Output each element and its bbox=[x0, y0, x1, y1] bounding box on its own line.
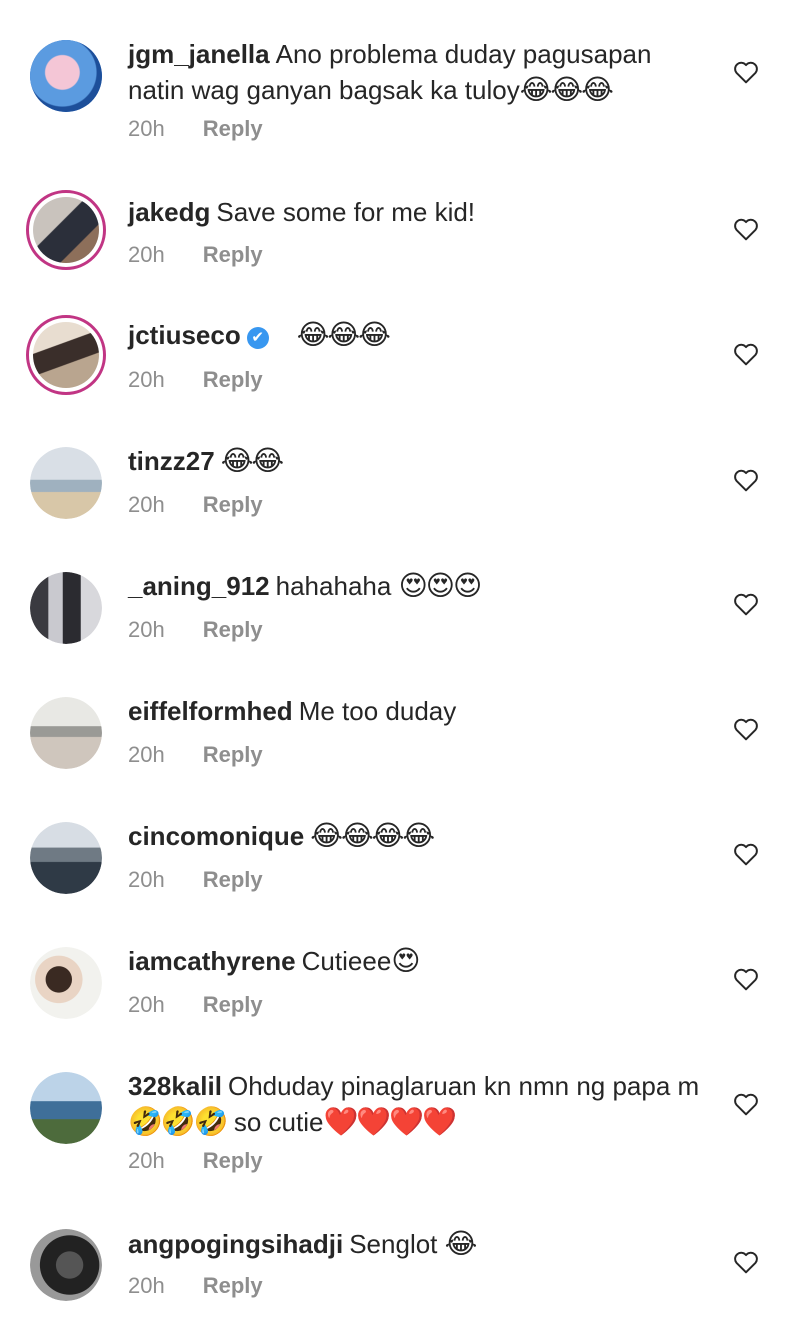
comment-username[interactable]: jgm_janella bbox=[128, 39, 270, 69]
avatar[interactable] bbox=[26, 315, 106, 395]
comment-username[interactable]: jakedg bbox=[128, 197, 210, 227]
comment-username[interactable]: angpogingsihadji bbox=[128, 1229, 343, 1259]
heart-outline-icon[interactable] bbox=[733, 1092, 759, 1116]
comment-meta: 20h Reply bbox=[128, 1148, 263, 1174]
avatar[interactable] bbox=[30, 822, 102, 894]
emoji-group: 😂😂😂 bbox=[296, 319, 391, 350]
avatar[interactable] bbox=[30, 1072, 102, 1144]
comment-text-continued: so cutie bbox=[233, 1107, 324, 1137]
reply-button[interactable]: Reply bbox=[203, 116, 263, 141]
reply-button[interactable]: Reply bbox=[203, 1273, 263, 1298]
comment-username[interactable]: jctiuseco bbox=[128, 320, 241, 350]
avatar[interactable] bbox=[30, 572, 102, 644]
avatar[interactable] bbox=[30, 40, 102, 112]
comment-timestamp: 20h bbox=[128, 617, 165, 642]
comment-meta: 20h Reply bbox=[128, 116, 263, 142]
comment-body: 328kalil Ohduday pinaglaruan kn nmn ng pa… bbox=[128, 1068, 708, 1140]
heart-outline-icon[interactable] bbox=[733, 967, 759, 991]
avatar[interactable] bbox=[30, 697, 102, 769]
comment-username[interactable]: 328kalil bbox=[128, 1071, 222, 1101]
comment-meta: 20h Reply bbox=[128, 742, 263, 768]
comment-text: Senglot bbox=[349, 1229, 438, 1259]
comment-body: angpogingsihadji Senglot 😂 bbox=[128, 1226, 708, 1262]
comment-timestamp: 20h bbox=[128, 992, 165, 1017]
verified-badge-icon: ✔ bbox=[246, 327, 269, 349]
emoji-group: 😍😍😍 bbox=[398, 570, 483, 601]
reply-button[interactable]: Reply bbox=[203, 992, 263, 1017]
reply-button[interactable]: Reply bbox=[203, 367, 263, 392]
comment-meta: 20h Reply bbox=[128, 1273, 263, 1299]
comment-body: eiffelformhed Me too duday bbox=[128, 693, 708, 729]
reply-button[interactable]: Reply bbox=[203, 742, 263, 767]
emoji-group: 😂😂😂 bbox=[519, 74, 614, 105]
comment-meta: 20h Reply bbox=[128, 992, 263, 1018]
avatar[interactable] bbox=[26, 190, 106, 270]
comment-meta: 20h Reply bbox=[128, 492, 263, 518]
heart-outline-icon[interactable] bbox=[733, 342, 759, 366]
comment-body: tinzz27 😂😂 bbox=[128, 443, 708, 479]
heart-outline-icon[interactable] bbox=[733, 717, 759, 741]
comment-text: hahahaha bbox=[275, 571, 392, 601]
comment-body: _aning_912 hahahaha 😍😍😍 bbox=[128, 568, 708, 604]
comment-body: jakedg Save some for me kid! bbox=[128, 194, 708, 230]
comment-timestamp: 20h bbox=[128, 867, 165, 892]
comment-timestamp: 20h bbox=[128, 742, 165, 767]
comment-meta: 20h Reply bbox=[128, 617, 263, 643]
comment-text: Save some for me kid! bbox=[216, 197, 476, 227]
emoji-group: 😍 bbox=[391, 945, 420, 976]
emoji-group: ❤️❤️❤️❤️ bbox=[323, 1106, 456, 1137]
comment-username[interactable]: tinzz27 bbox=[128, 446, 215, 476]
comment-text: Ohduday pinaglaruan kn nmn ng papa m bbox=[227, 1071, 700, 1101]
emoji-group: 🤣🤣🤣 bbox=[128, 1106, 229, 1137]
reply-button[interactable]: Reply bbox=[203, 492, 263, 517]
comment-timestamp: 20h bbox=[128, 116, 165, 141]
comment-meta: 20h Reply bbox=[128, 242, 263, 268]
heart-outline-icon[interactable] bbox=[733, 468, 759, 492]
emoji-group: 😂😂 bbox=[220, 445, 284, 476]
comment-text: Cutieee bbox=[301, 946, 392, 976]
reply-button[interactable]: Reply bbox=[203, 617, 263, 642]
comment-text: Me too duday bbox=[298, 696, 457, 726]
reply-button[interactable]: Reply bbox=[203, 242, 263, 267]
comment-timestamp: 20h bbox=[128, 1148, 165, 1173]
comment-timestamp: 20h bbox=[128, 1273, 165, 1298]
comment-body: cincomonique 😂😂😂😂 bbox=[128, 818, 708, 854]
comment-timestamp: 20h bbox=[128, 242, 165, 267]
comment-list: jgm_janella Ano problema duday pagusapan … bbox=[0, 0, 801, 1320]
comment-body: iamcathyrene Cutieee😍 bbox=[128, 943, 708, 979]
comment-timestamp: 20h bbox=[128, 492, 165, 517]
avatar[interactable] bbox=[30, 947, 102, 1019]
comment-meta: 20h Reply bbox=[128, 367, 263, 393]
emoji-group: 😂 bbox=[444, 1228, 478, 1259]
comment-username[interactable]: cincomonique bbox=[128, 821, 304, 851]
comment-timestamp: 20h bbox=[128, 367, 165, 392]
avatar[interactable] bbox=[30, 1229, 102, 1301]
comment-username[interactable]: iamcathyrene bbox=[128, 946, 296, 976]
comment-meta: 20h Reply bbox=[128, 867, 263, 893]
heart-outline-icon[interactable] bbox=[733, 1250, 759, 1274]
reply-button[interactable]: Reply bbox=[203, 867, 263, 892]
heart-outline-icon[interactable] bbox=[733, 842, 759, 866]
heart-outline-icon[interactable] bbox=[733, 60, 759, 84]
avatar[interactable] bbox=[30, 447, 102, 519]
reply-button[interactable]: Reply bbox=[203, 1148, 263, 1173]
comment-body: jgm_janella Ano problema duday pagusapan … bbox=[128, 36, 708, 108]
emoji-group: 😂😂😂😂 bbox=[310, 820, 435, 851]
heart-outline-icon[interactable] bbox=[733, 592, 759, 616]
comment-username[interactable]: _aning_912 bbox=[128, 571, 270, 601]
comment-body: jctiuseco ✔ 😂😂😂 bbox=[128, 317, 708, 353]
heart-outline-icon[interactable] bbox=[733, 217, 759, 241]
comment-username[interactable]: eiffelformhed bbox=[128, 696, 293, 726]
